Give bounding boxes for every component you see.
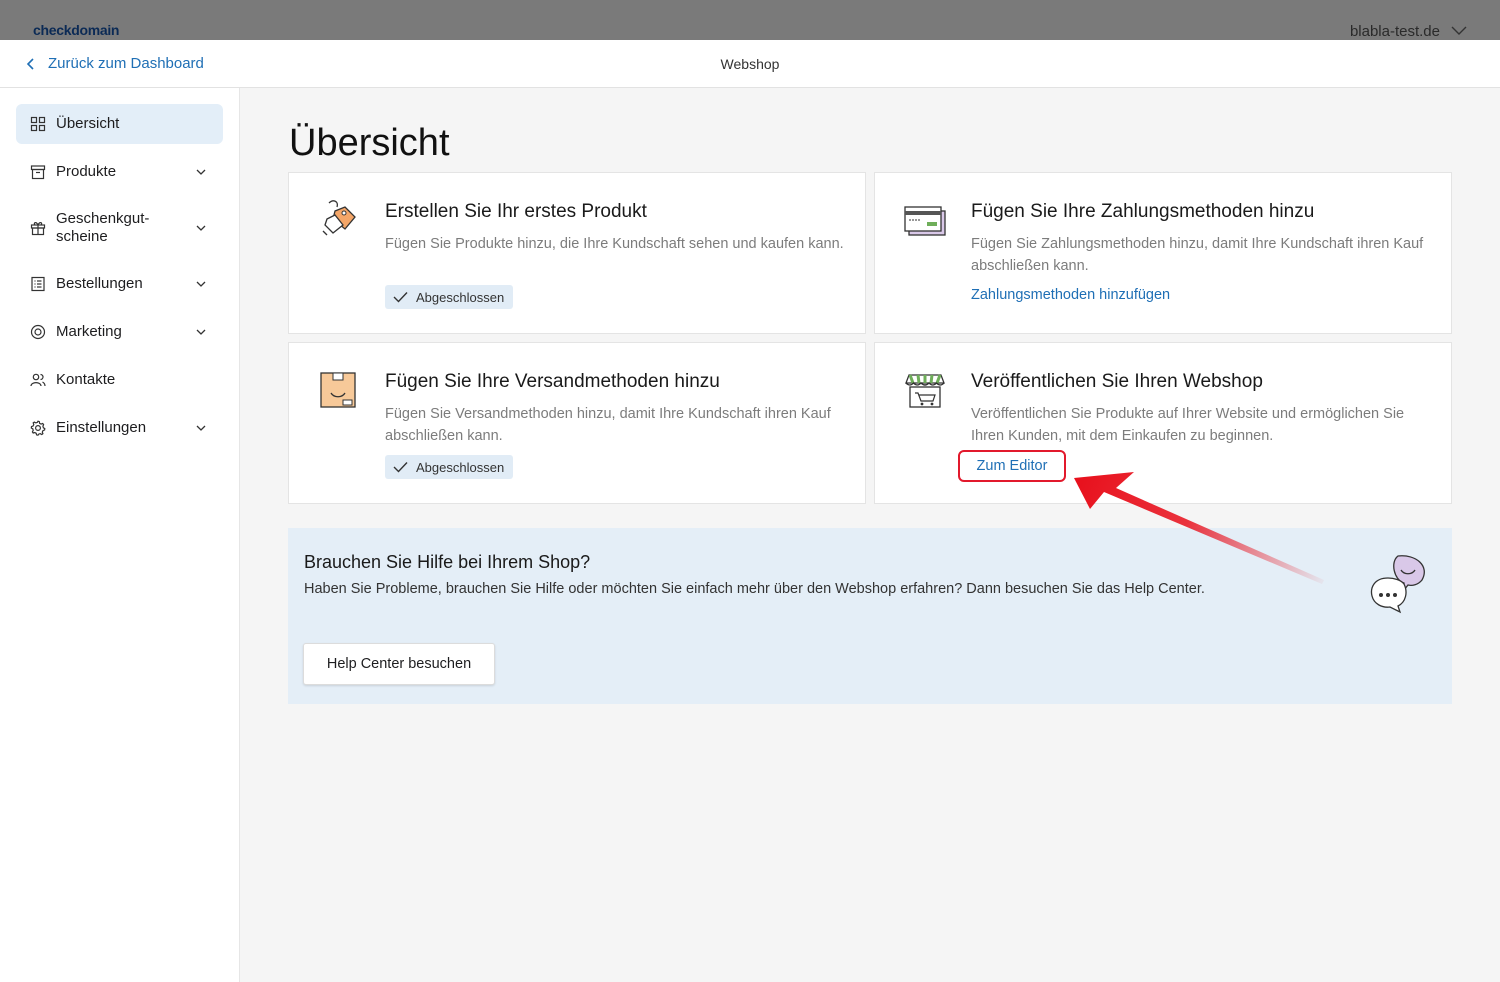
sidebar-item-geschenkgutscheine[interactable]: Geschenkgut- scheine xyxy=(16,200,223,256)
sidebar-item-einstellungen[interactable]: Einstellungen xyxy=(16,408,223,448)
chevron-down-icon[interactable] xyxy=(195,422,207,434)
to-editor-link[interactable]: Zum Editor xyxy=(958,450,1066,482)
section-title: Webshop xyxy=(720,56,780,72)
brand-logo[interactable]: checkdomain xyxy=(33,22,119,38)
sidebar-item-label: Bestellungen xyxy=(56,275,143,292)
sidebar-item-label: Marketing xyxy=(56,323,122,340)
sidebar-item-kontakte[interactable]: Kontakte xyxy=(16,360,223,400)
domain-selector[interactable]: blabla-test.de xyxy=(1350,23,1440,40)
top-bar: checkdomain blabla-test.de xyxy=(0,0,1500,40)
card-description: Fügen Sie Zahlungsmethoden hinzu, damit … xyxy=(971,236,1424,274)
sidebar: Übersicht Produkte Geschenkgut- scheine … xyxy=(0,88,240,982)
card-title: Fügen Sie Ihre Zahlungsmethoden hinzu xyxy=(971,201,1315,222)
people-icon xyxy=(30,373,46,387)
card-description: Fügen Sie Versandmethoden hinzu, damit I… xyxy=(385,406,831,444)
chevron-down-icon[interactable] xyxy=(195,326,207,338)
target-icon xyxy=(30,324,46,340)
card-title: Veröffentlichen Sie Ihren Webshop xyxy=(971,371,1263,392)
page-title: Übersicht xyxy=(289,122,450,164)
help-description: Haben Sie Probleme, brauchen Sie Hilfe o… xyxy=(304,581,1205,597)
card-title: Erstellen Sie Ihr erstes Produkt xyxy=(385,201,647,222)
gift-icon xyxy=(30,222,46,236)
chevron-down-icon[interactable] xyxy=(195,222,207,234)
help-title: Brauchen Sie Hilfe bei Ihrem Shop? xyxy=(304,552,591,572)
card-shipping-methods: Fügen Sie Ihre Versandmethoden hinzu Füg… xyxy=(288,342,866,504)
chevron-down-icon[interactable] xyxy=(1451,26,1467,36)
card-payment-methods: Fügen Sie Ihre Zahlungsmethoden hinzu Fü… xyxy=(874,172,1452,334)
badge-label: Abgeschlossen xyxy=(416,459,505,475)
checkmark-icon xyxy=(393,292,408,303)
card-description: Fügen Sie Produkte hinzu, die Ihre Kunds… xyxy=(385,236,844,252)
add-payment-methods-link[interactable]: Zahlungsmethoden hinzufügen xyxy=(971,287,1170,303)
sidebar-item-label: Übersicht xyxy=(56,115,120,132)
help-center-button[interactable]: Help Center besuchen xyxy=(303,643,495,685)
status-badge: Abgeschlossen xyxy=(385,455,514,479)
grid-icon xyxy=(30,116,46,132)
shipping-box-icon xyxy=(320,372,356,408)
sidebar-item-uebersicht[interactable]: Übersicht xyxy=(16,104,223,144)
credit-card-icon xyxy=(904,206,946,236)
sidebar-item-label: Kontakte xyxy=(56,371,116,388)
card-title: Fügen Sie Ihre Versandmethoden hinzu xyxy=(385,371,720,392)
chat-bubbles-icon xyxy=(1370,555,1425,614)
sidebar-item-label: Einstellungen xyxy=(56,419,147,436)
chevron-down-icon[interactable] xyxy=(195,166,207,178)
status-badge: Abgeschlossen xyxy=(385,285,514,309)
chevron-down-icon[interactable] xyxy=(195,278,207,290)
help-banner: Brauchen Sie Hilfe bei Ihrem Shop? Haben… xyxy=(288,528,1452,704)
sidebar-item-label: Geschenkgut- scheine xyxy=(56,210,150,245)
sidebar-item-label: Produkte xyxy=(56,163,117,180)
list-document-icon xyxy=(31,276,45,292)
badge-label: Abgeschlossen xyxy=(416,289,505,305)
checkmark-icon xyxy=(393,462,408,473)
card-description: Veröffentlichen Sie Produkte auf Ihrer W… xyxy=(971,406,1405,444)
sidebar-item-produkte[interactable]: Produkte xyxy=(16,152,223,192)
storefront-icon xyxy=(905,374,945,408)
price-tag-icon xyxy=(322,200,356,236)
card-first-product: Erstellen Sie Ihr erstes Produkt Fügen S… xyxy=(288,172,866,334)
gear-icon xyxy=(30,420,46,436)
sub-header: Zurück zum Dashboard Webshop xyxy=(0,40,1500,88)
card-publish-webshop: Veröffentlichen Sie Ihren Webshop Veröff… xyxy=(874,342,1452,504)
sidebar-item-marketing[interactable]: Marketing xyxy=(16,312,223,352)
archive-box-icon xyxy=(30,165,46,180)
main-content: Übersicht Erstellen Sie Ihr erstes Produ… xyxy=(240,88,1500,982)
sidebar-item-bestellungen[interactable]: Bestellungen xyxy=(16,264,223,304)
